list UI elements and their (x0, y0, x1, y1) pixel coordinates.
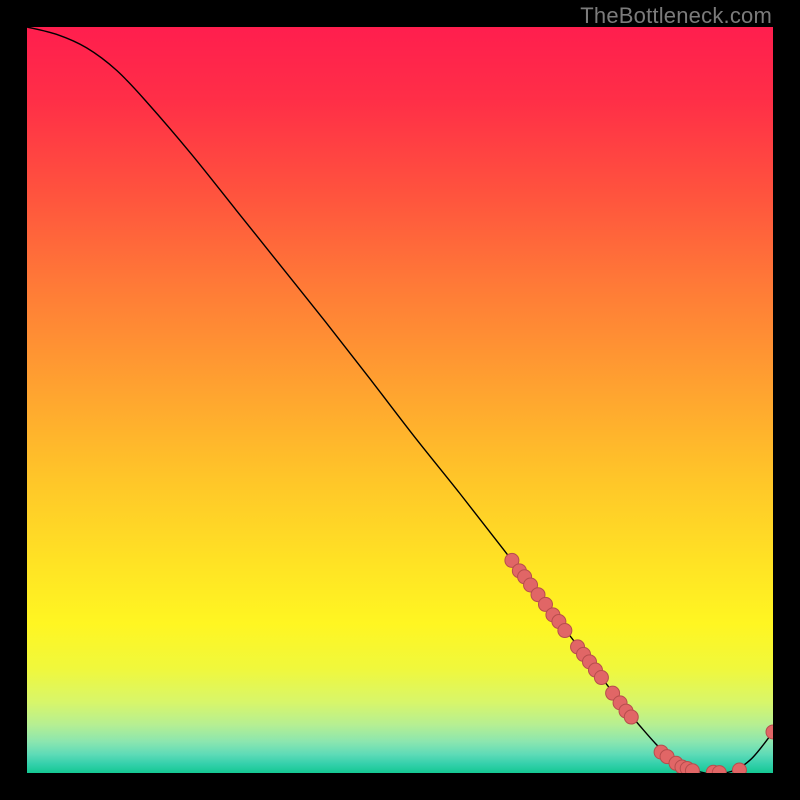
watermark-text: TheBottleneck.com (580, 3, 772, 29)
chart-svg (27, 27, 773, 773)
bottleneck-chart (27, 27, 773, 773)
chart-marker (685, 764, 699, 773)
chart-background (27, 27, 773, 773)
chart-marker (594, 671, 608, 685)
chart-marker (624, 710, 638, 724)
chart-marker (732, 763, 746, 773)
chart-marker (558, 624, 572, 638)
